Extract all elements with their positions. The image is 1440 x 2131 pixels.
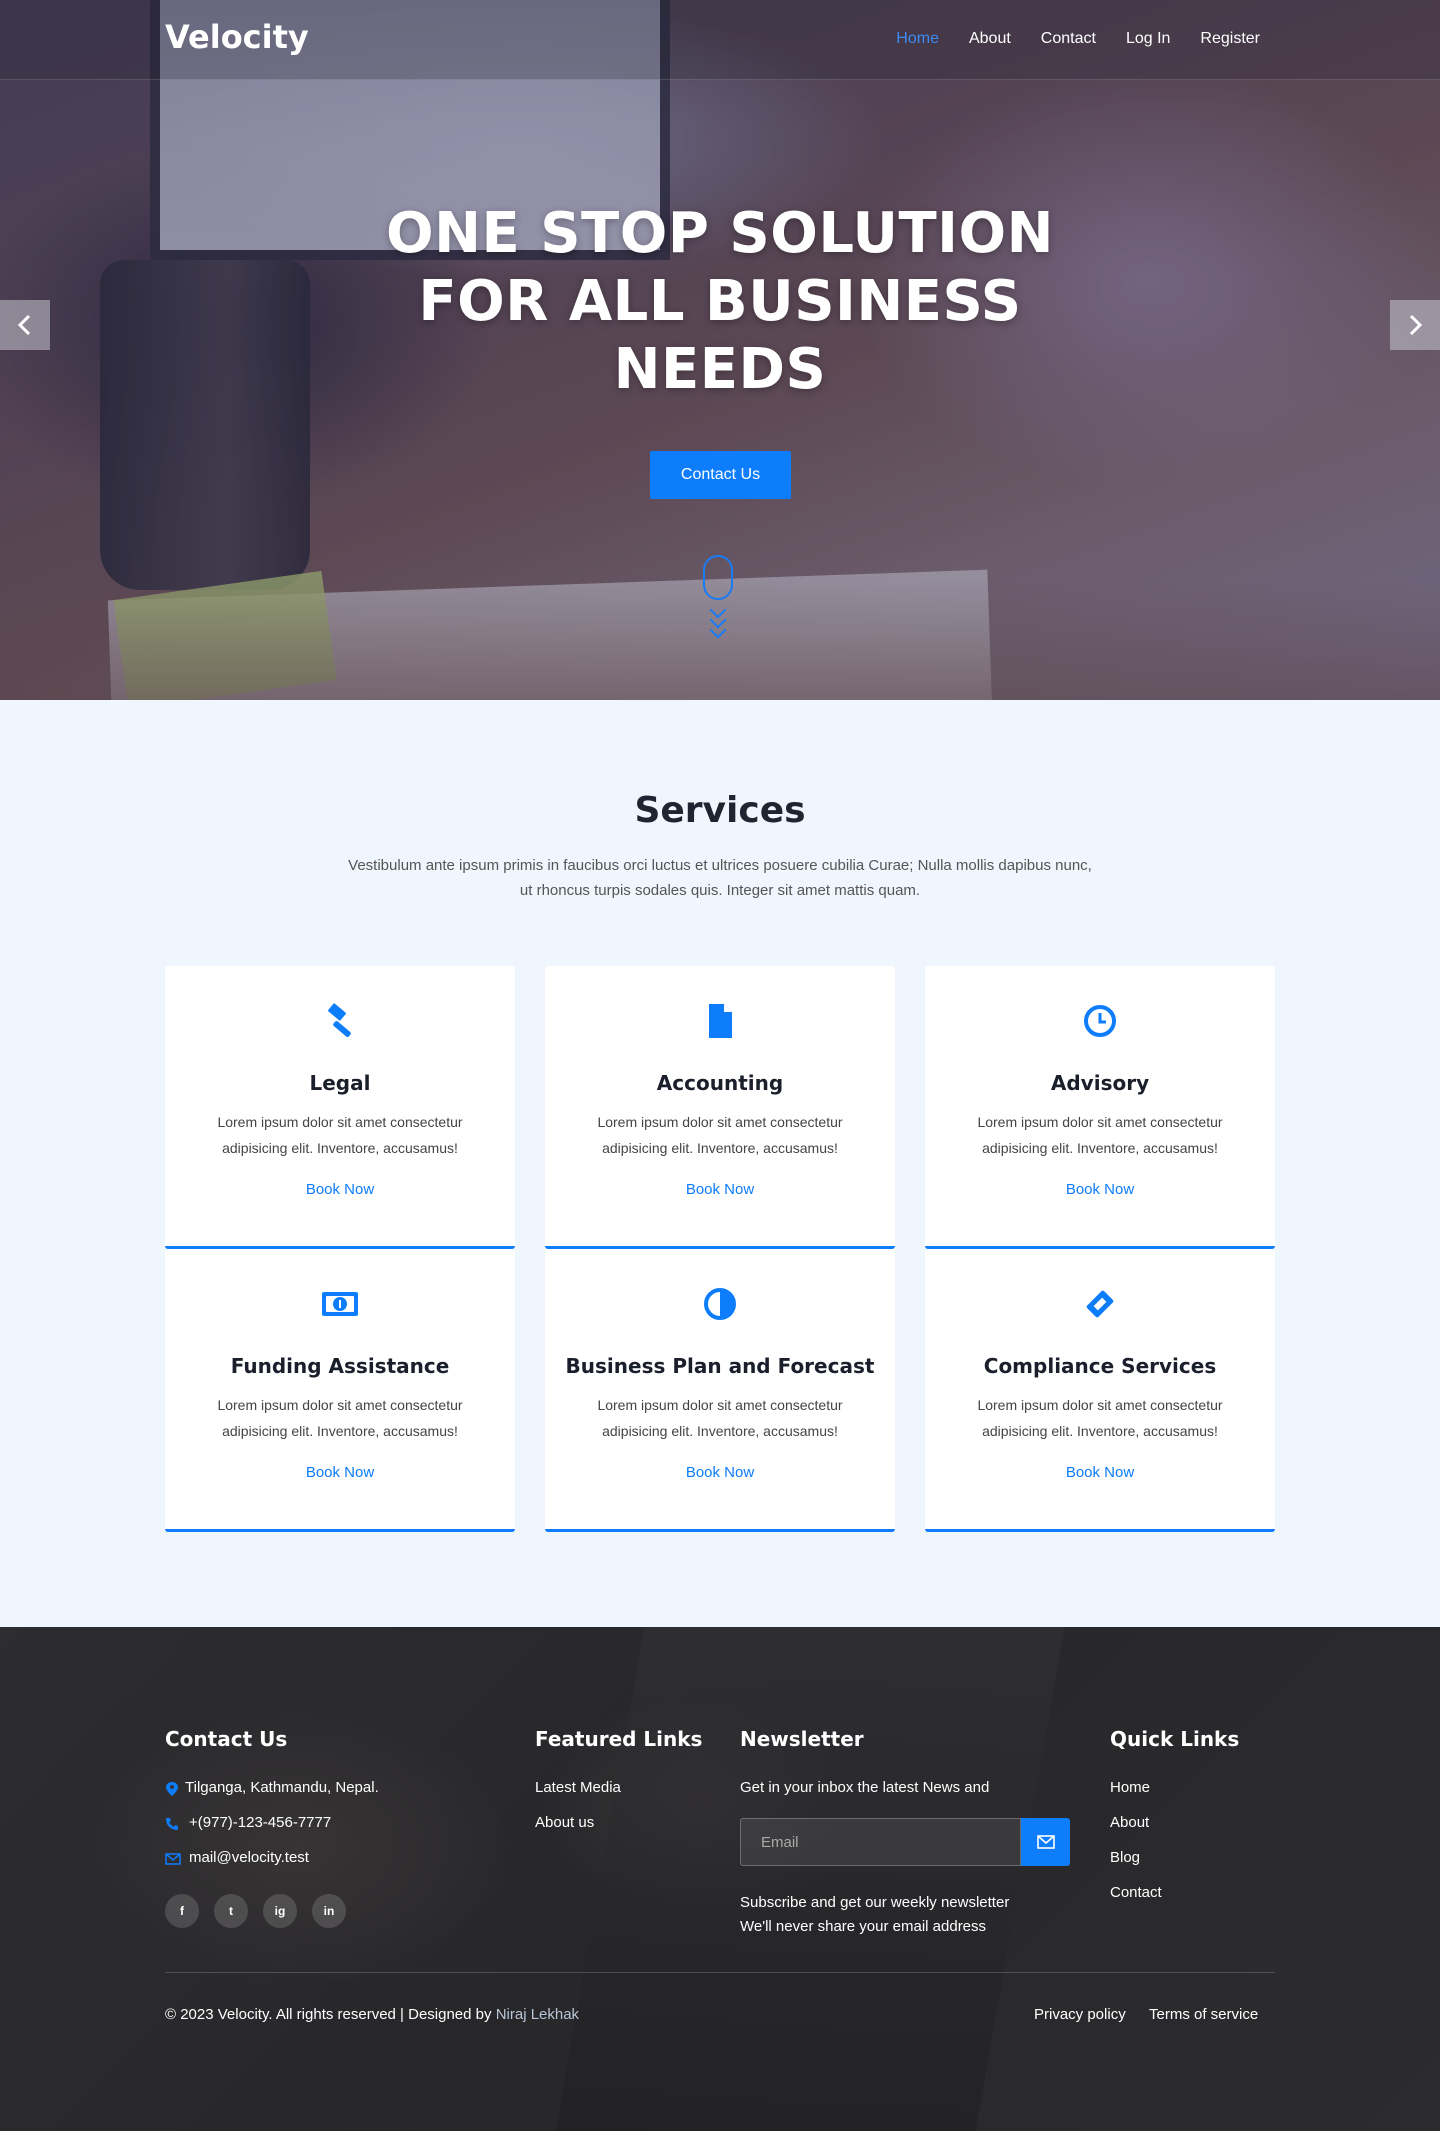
footer-overlay [0, 1627, 1440, 2131]
designer-link[interactable]: Niraj Lekhak [496, 2006, 579, 2023]
newsletter-note-subscribe: Subscribe and get our weekly newsletter [740, 1894, 1010, 1911]
footer [0, 1627, 1440, 2131]
nav-login[interactable]: Log In [1126, 30, 1170, 48]
twitter-icon[interactable]: t [214, 1894, 248, 1928]
card-text: Lorem ipsum dolor sit amet consectetur a… [597, 1114, 843, 1156]
service-card-legal: Legal Lorem ipsum dolor sit amet consect… [165, 966, 515, 1249]
brand-logo[interactable]: Velocity [165, 18, 309, 56]
featured-link-about-us[interactable]: About us [535, 1814, 594, 1831]
scroll-mouse-icon[interactable] [703, 555, 733, 600]
copyright: © 2023 Velocity. All rights reserved | D… [165, 2006, 579, 2023]
terms-of-service-link[interactable]: Terms of service [1149, 2006, 1258, 2023]
half-circle-icon [704, 1288, 736, 1320]
services-title: Services [634, 790, 806, 831]
card-text: Lorem ipsum dolor sit amet consectetur a… [977, 1397, 1223, 1439]
chevron-left-icon [17, 314, 31, 336]
envelope-icon [165, 1853, 181, 1865]
nav-register[interactable]: Register [1200, 30, 1260, 48]
top-navbar: Velocity Home About Contact Log In Regis… [0, 0, 1440, 80]
linkedin-icon[interactable]: in [312, 1894, 346, 1928]
card-title: Business Plan and Forecast [565, 1354, 875, 1378]
book-now-link[interactable]: Book Now [545, 1464, 895, 1481]
chevron-right-icon [1409, 314, 1423, 336]
copyright-text: © 2023 Velocity. All rights reserved | D… [165, 2006, 492, 2023]
service-card-advisory: Advisory Lorem ipsum dolor sit amet cons… [925, 966, 1275, 1249]
newsletter-note-privacy: We'll never share your email address [740, 1918, 987, 1935]
document-icon [709, 1004, 732, 1038]
facebook-icon[interactable]: f [165, 1894, 199, 1928]
envelope-icon [1036, 1835, 1055, 1849]
phone-icon [166, 1818, 178, 1830]
ticket-icon [1086, 1290, 1114, 1318]
main-nav: Home About Contact Log In Register [896, 30, 1260, 48]
instagram-icon[interactable]: ig [263, 1894, 297, 1928]
carousel-next-button[interactable] [1390, 300, 1440, 350]
services-description: Vestibulum ante ipsum primis in faucibus… [348, 857, 1092, 899]
newsletter-email-input[interactable] [740, 1818, 1021, 1866]
hero-section: Velocity Home About Contact Log In Regis… [0, 0, 1440, 700]
footer-featured-heading: Featured Links [535, 1727, 703, 1751]
card-title: Funding Assistance [230, 1354, 450, 1378]
contact-us-button[interactable]: Contact Us [650, 451, 791, 499]
quick-link-blog[interactable]: Blog [1110, 1849, 1140, 1866]
clock-icon [1084, 1005, 1116, 1037]
book-now-link[interactable]: Book Now [165, 1181, 515, 1198]
card-text: Lorem ipsum dolor sit amet consectetur a… [217, 1114, 463, 1156]
book-now-link[interactable]: Book Now [545, 1181, 895, 1198]
newsletter-submit-button[interactable] [1021, 1818, 1070, 1866]
carousel-prev-button[interactable] [0, 300, 50, 350]
footer-contact-heading: Contact Us [165, 1727, 288, 1751]
contact-address: Tilganga, Kathmandu, Nepal. [185, 1779, 379, 1796]
map-marker-icon [166, 1782, 178, 1796]
card-text: Lorem ipsum dolor sit amet consectetur a… [597, 1397, 843, 1439]
quick-link-about[interactable]: About [1110, 1814, 1149, 1831]
hero-title: ONE STOP SOLUTION FOR ALL BUSINESS NEEDS [385, 201, 1054, 402]
newsletter-intro: Get in your inbox the latest News and [740, 1779, 990, 1796]
nav-about[interactable]: About [969, 30, 1011, 48]
service-card-accounting: Accounting Lorem ipsum dolor sit amet co… [545, 966, 895, 1249]
nav-home[interactable]: Home [896, 30, 939, 48]
book-now-link[interactable]: Book Now [165, 1464, 515, 1481]
quick-link-contact[interactable]: Contact [1110, 1884, 1162, 1901]
service-card-business-plan: Business Plan and Forecast Lorem ipsum d… [545, 1249, 895, 1532]
footer-newsletter-heading: Newsletter [740, 1727, 864, 1751]
card-title: Legal [309, 1071, 371, 1095]
book-now-link[interactable]: Book Now [925, 1464, 1275, 1481]
card-text: Lorem ipsum dolor sit amet consectetur a… [217, 1397, 463, 1439]
service-card-funding: Funding Assistance Lorem ipsum dolor sit… [165, 1249, 515, 1532]
card-title: Advisory [1050, 1071, 1150, 1095]
card-title: Compliance Services [983, 1354, 1217, 1378]
privacy-policy-link[interactable]: Privacy policy [1034, 2006, 1126, 2023]
footer-divider [165, 1972, 1275, 1973]
footer-quick-heading: Quick Links [1110, 1727, 1240, 1751]
contact-phone: +(977)-123-456-7777 [189, 1814, 332, 1831]
contact-email[interactable]: mail@velocity.test [189, 1849, 309, 1866]
quick-link-home[interactable]: Home [1110, 1779, 1150, 1796]
money-bill-icon [322, 1292, 358, 1316]
card-text: Lorem ipsum dolor sit amet consectetur a… [977, 1114, 1223, 1156]
gavel-icon [328, 1003, 351, 1037]
service-card-compliance: Compliance Services Lorem ipsum dolor si… [925, 1249, 1275, 1532]
book-now-link[interactable]: Book Now [925, 1181, 1275, 1198]
card-title: Accounting [656, 1071, 784, 1095]
nav-contact[interactable]: Contact [1041, 30, 1096, 48]
featured-link-latest-media[interactable]: Latest Media [535, 1779, 621, 1796]
